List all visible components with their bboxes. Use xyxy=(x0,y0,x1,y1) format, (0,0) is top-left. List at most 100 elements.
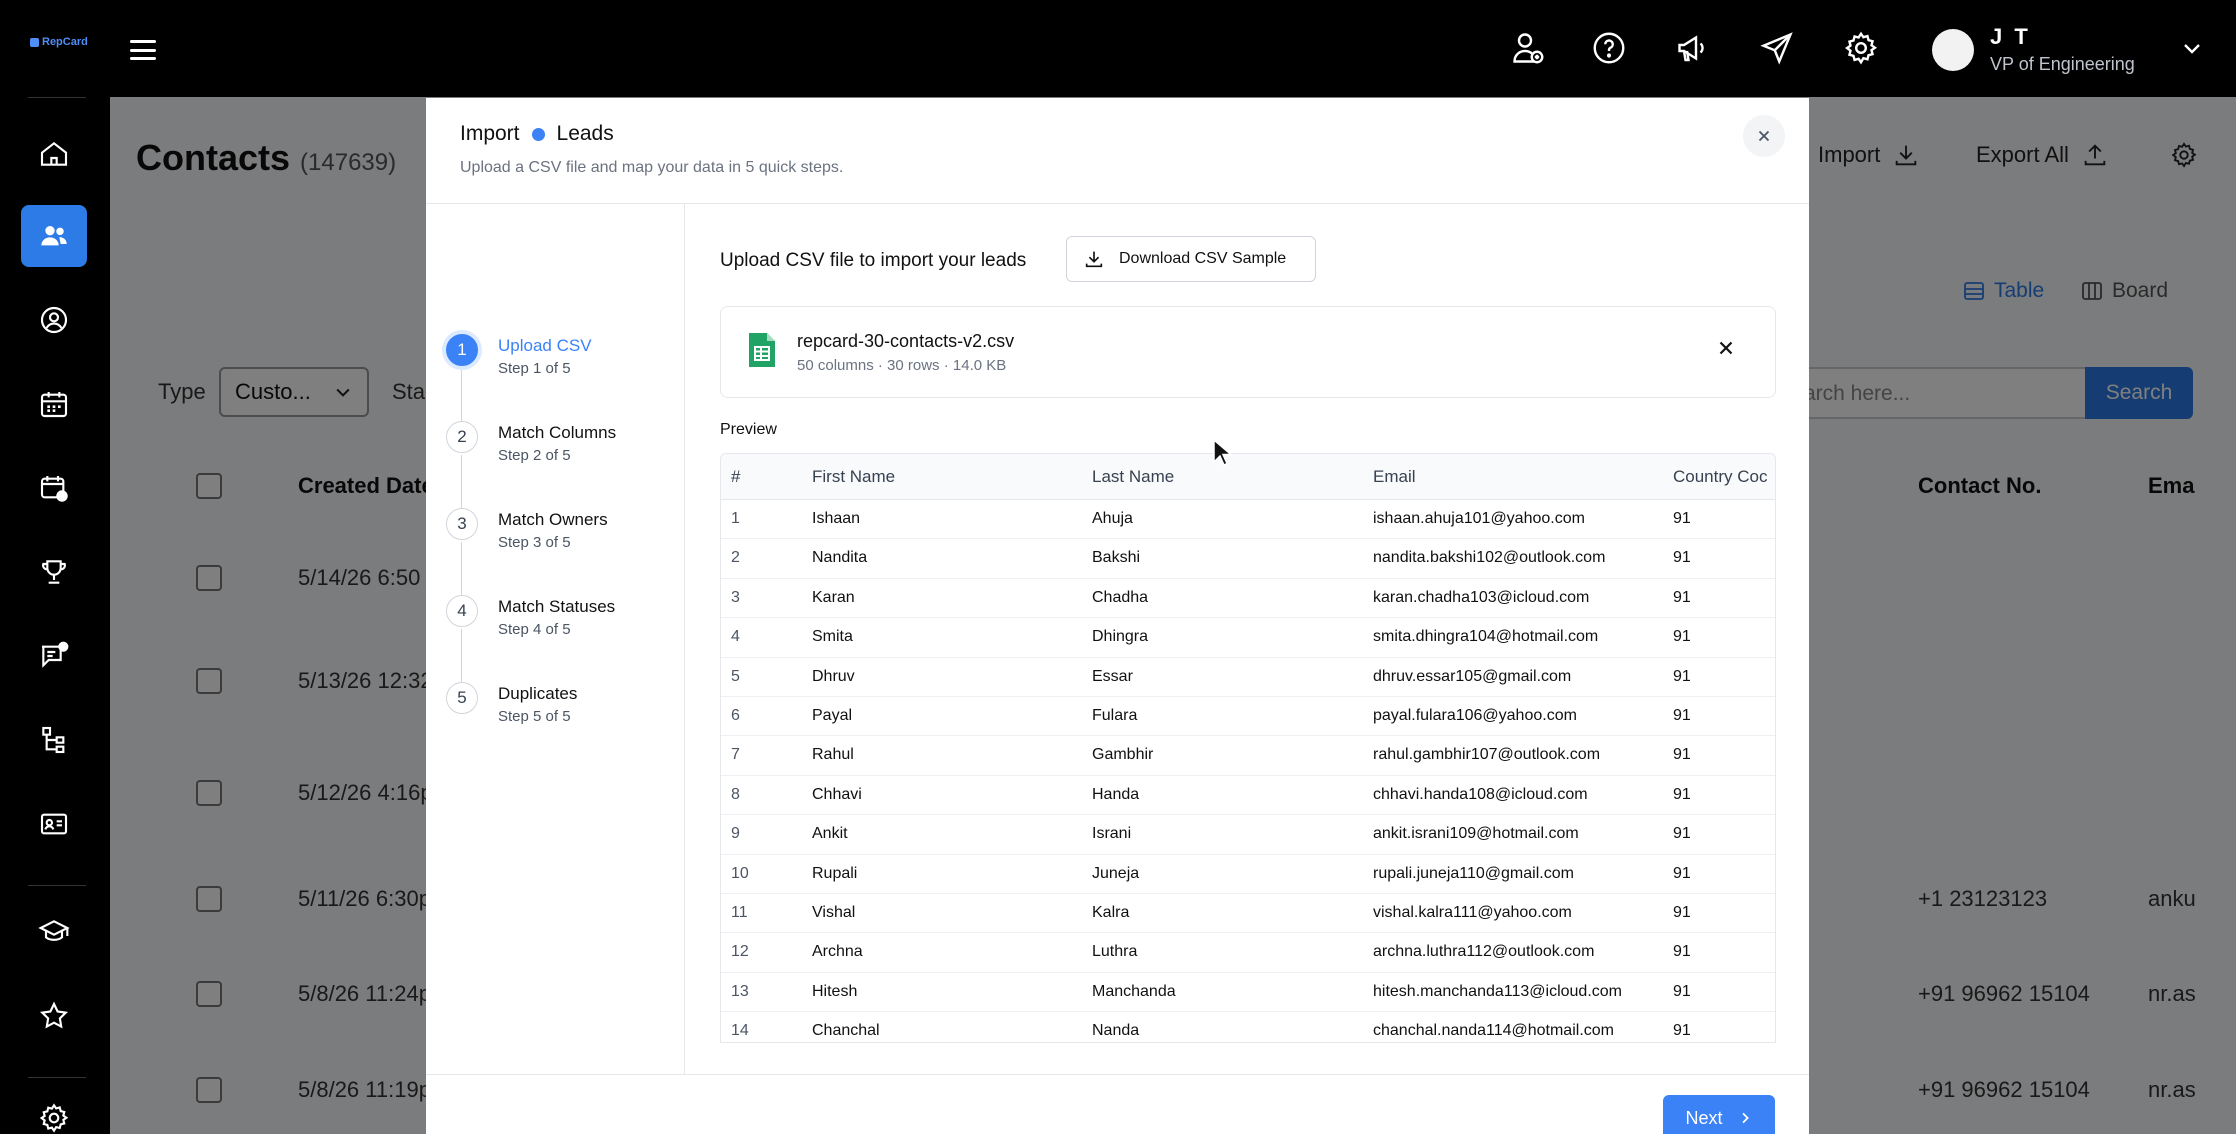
table-cell: Bakshi xyxy=(1092,549,1141,567)
table-cell: 91 xyxy=(1673,510,1691,527)
user-menu[interactable]: J T VP of Engineering xyxy=(1932,24,2135,75)
table-cell: chhavi.handa108@icloud.com xyxy=(1373,785,1588,803)
table-cell: 91 xyxy=(1673,628,1691,646)
mouse-cursor-icon xyxy=(1213,438,1234,467)
table-cell: 91 xyxy=(1673,904,1691,921)
remove-file-icon[interactable] xyxy=(1715,337,1737,364)
step-match-owners[interactable]: 3 Match Owners Step 3 of 5 xyxy=(446,508,676,568)
download-icon xyxy=(1085,251,1103,268)
download-label: Download CSV Sample xyxy=(1119,250,1287,267)
table-cell: Karan xyxy=(812,588,855,606)
table-cell: Israni xyxy=(1092,825,1132,843)
trophy-icon[interactable] xyxy=(21,541,87,603)
step-label: Upload CSV xyxy=(498,336,592,355)
table-cell: Chhavi xyxy=(812,785,862,803)
table-cell: 91 xyxy=(1673,588,1691,606)
step-label: Match Columns xyxy=(498,423,617,442)
step-match-columns[interactable]: 2 Match Columns Step 2 of 5 xyxy=(446,421,676,481)
step-upload-csv[interactable]: 1 Upload CSV Step 1 of 5 xyxy=(446,334,676,394)
spreadsheet-file-icon xyxy=(747,331,777,374)
step-list: 1 Upload CSV Step 1 of 5 2 Match Columns… xyxy=(426,204,685,1074)
contacts-icon[interactable] xyxy=(21,205,87,267)
file-name: repcard-30-contacts-v2.csv xyxy=(797,331,1015,351)
table-cell: rupali.juneja110@gmail.com xyxy=(1373,864,1574,882)
table-cell: 9 xyxy=(731,825,740,843)
table-cell: 4 xyxy=(731,628,740,646)
sidebar xyxy=(0,97,110,1134)
download-csv-sample-button[interactable]: Download CSV Sample xyxy=(1066,236,1316,282)
step-label: Match Owners xyxy=(498,510,608,529)
table-cell: 14 xyxy=(731,1022,749,1040)
send-icon[interactable] xyxy=(1759,30,1795,66)
table-cell: 7 xyxy=(731,746,740,764)
table-cell: Smita xyxy=(812,628,853,646)
home-icon[interactable] xyxy=(21,123,87,185)
calendar-settings-icon[interactable] xyxy=(21,457,87,519)
table-row: 1 Ishaan Ahuja ishaan.ahuja101@yahoo.com 91 xyxy=(721,500,1775,540)
modal-footer: Next xyxy=(426,1074,1809,1134)
help-icon[interactable] xyxy=(1591,30,1627,66)
table-row: 10 Rupali Juneja rupali.juneja110@gmail.com… xyxy=(721,855,1775,894)
org-chart-icon[interactable] xyxy=(21,709,87,771)
step-sub: Step 2 of 5 xyxy=(498,447,571,464)
table-cell: Payal xyxy=(812,707,853,724)
separator-dot-icon xyxy=(531,127,545,141)
close-icon[interactable] xyxy=(1743,115,1785,157)
chat-icon[interactable] xyxy=(21,625,87,687)
megaphone-icon[interactable] xyxy=(1675,30,1711,66)
menu-toggle-icon[interactable] xyxy=(130,40,156,60)
graduation-cap-icon[interactable] xyxy=(21,901,87,963)
step-sub: Step 5 of 5 xyxy=(498,708,571,725)
step-number: 5 xyxy=(446,682,478,714)
table-cell: Dhruv xyxy=(812,667,855,685)
step-duplicates[interactable]: 5 Duplicates Step 5 of 5 xyxy=(446,682,676,742)
app-logo[interactable]: RepCard xyxy=(30,36,88,48)
column-header: First Name xyxy=(812,467,896,486)
table-header: # First Name Last Name Email Country Coc xyxy=(721,454,1775,500)
user-search-icon[interactable] xyxy=(21,289,87,351)
table-cell: 91 xyxy=(1673,825,1691,843)
table-cell: Ahuja xyxy=(1092,510,1133,527)
star-icon[interactable] xyxy=(21,985,87,1047)
table-cell: Vishal xyxy=(812,904,856,921)
step-number: 2 xyxy=(446,421,478,453)
top-bar: RepCard J T VP of Engineering xyxy=(0,0,2236,97)
step-match-statuses[interactable]: 4 Match Statuses Step 4 of 5 xyxy=(446,595,676,655)
next-label: Next xyxy=(1685,1107,1723,1128)
calendar-icon[interactable] xyxy=(21,373,87,435)
gear-icon[interactable] xyxy=(1843,30,1879,66)
table-cell: Nandita xyxy=(812,549,868,567)
table-cell: Dhingra xyxy=(1092,628,1149,646)
table-row: 7 Rahul Gambhir rahul.gambhir107@outlook.co… xyxy=(721,736,1775,776)
table-cell: 13 xyxy=(731,982,749,1000)
table-cell: archna.luthra112@outlook.com xyxy=(1373,943,1595,961)
gear-icon[interactable] xyxy=(21,1087,87,1134)
table-cell: 91 xyxy=(1673,667,1691,685)
chevron-down-icon[interactable] xyxy=(2180,36,2204,65)
next-button[interactable]: Next xyxy=(1663,1095,1775,1134)
user-name: J T xyxy=(1990,24,2031,49)
table-cell: Archna xyxy=(812,943,863,961)
table-cell: Ankit xyxy=(812,825,848,843)
add-user-icon[interactable] xyxy=(1510,30,1546,66)
table-cell: Essar xyxy=(1092,667,1133,685)
table-cell: Fulara xyxy=(1092,707,1138,724)
table-cell: Manchanda xyxy=(1092,982,1176,1000)
table-cell: vishal.kalra111@yahoo.com xyxy=(1373,904,1572,921)
column-header: Last Name xyxy=(1092,467,1175,486)
table-cell: Ishaan xyxy=(812,510,861,527)
table-cell: dhruv.essar105@gmail.com xyxy=(1373,667,1572,685)
table-cell: 12 xyxy=(731,943,749,961)
table-cell: 91 xyxy=(1673,785,1691,803)
step-number: 3 xyxy=(446,508,478,540)
column-header: Email xyxy=(1373,467,1416,486)
id-card-icon[interactable] xyxy=(21,793,87,855)
table-cell: 5 xyxy=(731,667,740,685)
table-cell: 6 xyxy=(731,707,740,724)
table-cell: 91 xyxy=(1673,1022,1691,1040)
modal-header: Import Leads Upload a CSV file and map y… xyxy=(426,98,1809,204)
upload-heading: Upload CSV file to import your leads xyxy=(720,250,1027,271)
table-cell: payal.fulara106@yahoo.com xyxy=(1373,707,1577,724)
table-cell: 91 xyxy=(1673,982,1691,1000)
step-label: Duplicates xyxy=(498,684,578,703)
